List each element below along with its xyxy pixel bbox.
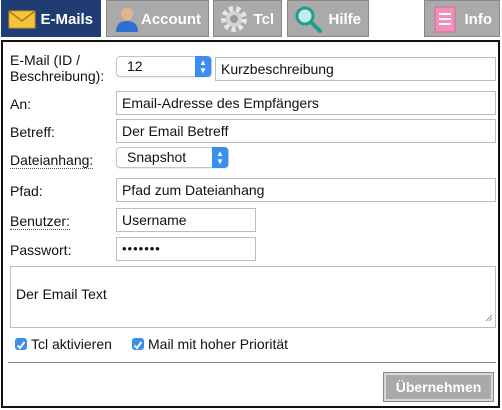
tab-tcl-label: Tcl (253, 11, 274, 28)
tab-hilfe-label: Hilfe (328, 11, 361, 28)
high-priority-label: Mail mit hoher Priorität (148, 336, 289, 352)
stepper-arrows-icon: ▲ ▼ (212, 147, 228, 168)
tab-info[interactable]: Info (424, 0, 500, 37)
checkmark-icon (15, 338, 27, 350)
tab-info-label: Info (464, 11, 493, 28)
apply-button[interactable]: Übernehmen (383, 372, 494, 402)
tab-hilfe[interactable]: Hilfe (287, 0, 369, 37)
high-priority-checkbox[interactable]: Mail mit hoher Priorität (132, 336, 288, 352)
attachment-select[interactable]: Snapshot ▲ ▼ (116, 147, 229, 168)
tcl-enable-checkbox[interactable]: Tcl aktivieren (15, 336, 112, 352)
envelope-icon (8, 5, 36, 33)
path-label: Pfad: (10, 183, 43, 199)
tab-bar: E-Mails Account Tcl Hilfe Info (0, 0, 502, 40)
tcl-enable-label: Tcl aktivieren (31, 336, 112, 352)
resize-grip-icon[interactable] (485, 309, 493, 325)
tab-emails-label: E-Mails (40, 11, 93, 28)
email-settings-panel: E-Mail (ID / Beschreibung): 12 ▲ ▼ Kurzbe… (1, 40, 500, 408)
user-label-text: Benutzer: (10, 213, 70, 230)
to-label: An: (10, 96, 32, 112)
tab-account[interactable]: Account (106, 0, 209, 37)
body-placeholder: Der Email Text (16, 286, 107, 302)
email-id-label-line2: Beschreibung): (10, 68, 105, 84)
password-label: Passwort: (10, 242, 72, 258)
description-input[interactable]: Kurzbeschreibung (215, 57, 496, 81)
password-input[interactable]: ••••••• (116, 237, 256, 261)
email-id-value: 12 (127, 58, 143, 74)
subject-input[interactable]: Der Email Betreff (116, 119, 496, 143)
gear-icon (220, 5, 248, 33)
path-input[interactable]: Pfad zum Dateianhang (116, 178, 496, 202)
to-input[interactable]: Email-Adresse des Empfängers (116, 91, 496, 115)
email-id-label: E-Mail (ID / Beschreibung): (10, 52, 104, 84)
email-id-select[interactable]: 12 ▲ ▼ (116, 56, 212, 77)
notepad-icon (431, 5, 459, 33)
user-input[interactable]: Username (116, 208, 256, 232)
tab-account-label: Account (141, 11, 201, 28)
body-textarea[interactable]: Der Email Text (10, 266, 496, 328)
stepper-arrows-icon: ▲ ▼ (195, 56, 211, 77)
attachment-label: Dateianhang: (10, 152, 94, 169)
checkmark-icon (132, 338, 144, 350)
subject-label: Betreff: (10, 124, 55, 140)
attachment-label-text: Dateianhang: (10, 152, 94, 169)
magnifier-icon (294, 5, 322, 33)
divider (8, 362, 496, 363)
user-label: Benutzer: (10, 213, 70, 230)
email-id-label-line1: E-Mail (ID / (10, 52, 80, 68)
tab-emails[interactable]: E-Mails (1, 0, 101, 37)
attachment-value: Snapshot (127, 149, 187, 165)
tab-tcl[interactable]: Tcl (213, 0, 282, 37)
user-icon (113, 5, 141, 33)
